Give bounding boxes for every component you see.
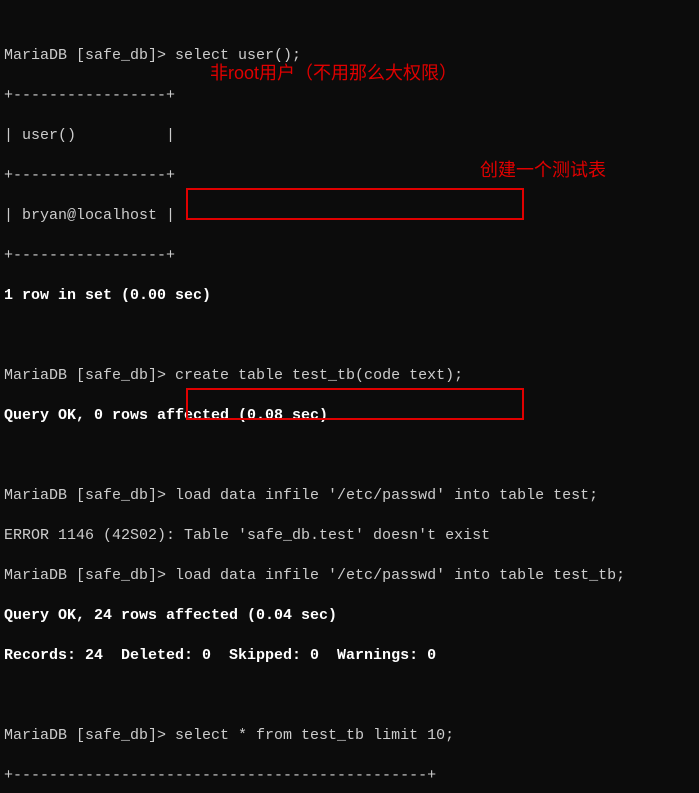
table-border: +-----------------+	[4, 246, 695, 266]
table-row: | bryan@localhost |	[4, 206, 695, 226]
cmd-load-bad: load data infile '/etc/passwd' into tabl…	[175, 487, 598, 504]
table-border: +---------------------------------------…	[4, 766, 695, 786]
prompt: MariaDB [safe_db]>	[4, 727, 175, 744]
prompt: MariaDB [safe_db]>	[4, 47, 175, 64]
terminal-output[interactable]: MariaDB [safe_db]> select user(); +-----…	[0, 0, 699, 793]
cmd-load-good: load data infile '/etc/passwd' into tabl…	[175, 567, 625, 584]
prompt: MariaDB [safe_db]>	[4, 487, 175, 504]
prompt: MariaDB [safe_db]>	[4, 567, 175, 584]
prompt: MariaDB [safe_db]>	[4, 367, 175, 384]
result-summary: Query OK, 0 rows affected (0.08 sec)	[4, 406, 695, 426]
cmd-create-table: create table test_tb(code text);	[175, 367, 463, 384]
result-summary: Query OK, 24 rows affected (0.04 sec)	[4, 606, 695, 626]
cmd-select-user: select user();	[175, 47, 301, 64]
error-message: ERROR 1146 (42S02): Table 'safe_db.test'…	[4, 526, 695, 546]
annotation-create-table: 创建一个测试表	[480, 160, 606, 180]
annotation-nonroot: 非root用户（不用那么大权限）	[210, 63, 457, 83]
table-header: | user() |	[4, 126, 695, 146]
result-summary: 1 row in set (0.00 sec)	[4, 286, 695, 306]
result-stats: Records: 24 Deleted: 0 Skipped: 0 Warnin…	[4, 646, 695, 666]
table-border: +-----------------+	[4, 86, 695, 106]
cmd-select-10: select * from test_tb limit 10;	[175, 727, 454, 744]
